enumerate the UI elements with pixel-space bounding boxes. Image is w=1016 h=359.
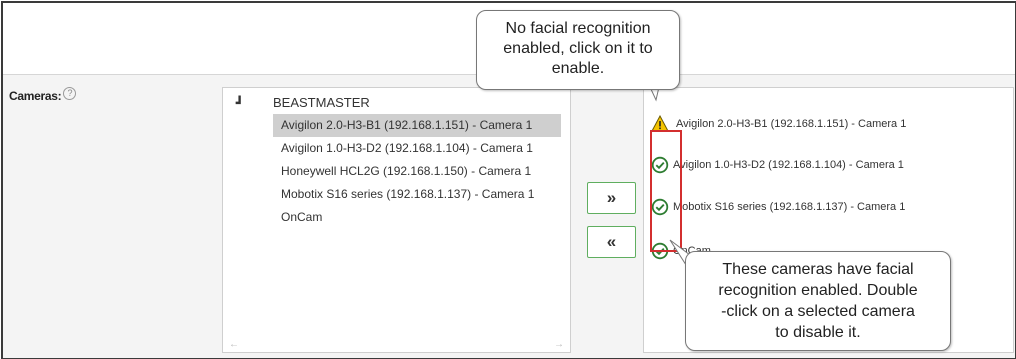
scroll-right-arrow-icon[interactable]: →: [554, 339, 564, 350]
callout-line: enable.: [551, 60, 605, 77]
cameras-label: Cameras:?: [9, 87, 77, 103]
callout-line: enabled, click on it to: [503, 40, 653, 57]
callout-no-facial-recognition: No facial recognition enabled, click on …: [476, 10, 680, 90]
callout-facial-recognition-enabled: These cameras have facial recognition en…: [685, 251, 951, 351]
callout-line: recognition enabled. Double: [718, 282, 918, 299]
tree-collapse-icon[interactable]: ┛: [236, 96, 243, 110]
tree-root-label[interactable]: BEASTMASTER: [273, 95, 370, 110]
help-icon[interactable]: ?: [63, 87, 77, 100]
callout-line: -click on a selected camera: [721, 303, 915, 320]
available-camera-item[interactable]: Honeywell HCL2G (192.168.1.150) - Camera…: [273, 160, 561, 183]
callout-line: to disable it.: [775, 324, 861, 341]
available-cameras-list[interactable]: ┛ BEASTMASTER Avigilon 2.0-H3-B1 (192.16…: [222, 87, 571, 353]
add-camera-button[interactable]: »: [587, 182, 636, 214]
selected-camera-label: Avigilon 2.0-H3-B1 (192.168.1.151) - Cam…: [676, 118, 907, 130]
available-camera-item[interactable]: Avigilon 2.0-H3-B1 (192.168.1.151) - Cam…: [273, 114, 561, 137]
cameras-label-text: Cameras:: [9, 89, 62, 103]
selected-camera-label: Avigilon 1.0-H3-D2 (192.168.1.104) - Cam…: [673, 159, 904, 171]
available-camera-item[interactable]: Mobotix S16 series (192.168.1.137) - Cam…: [273, 183, 561, 206]
available-camera-item[interactable]: OnCam: [273, 206, 561, 229]
callout-line: No facial recognition: [505, 20, 651, 37]
available-camera-item[interactable]: Avigilon 1.0-H3-D2 (192.168.1.104) - Cam…: [273, 137, 561, 160]
selected-camera-label: Mobotix S16 series (192.168.1.137) - Cam…: [673, 201, 906, 213]
remove-camera-button[interactable]: «: [587, 226, 636, 258]
scroll-left-arrow-icon[interactable]: ←: [229, 339, 239, 350]
callout-line: These cameras have facial: [722, 261, 914, 278]
highlight-box: [650, 130, 682, 252]
